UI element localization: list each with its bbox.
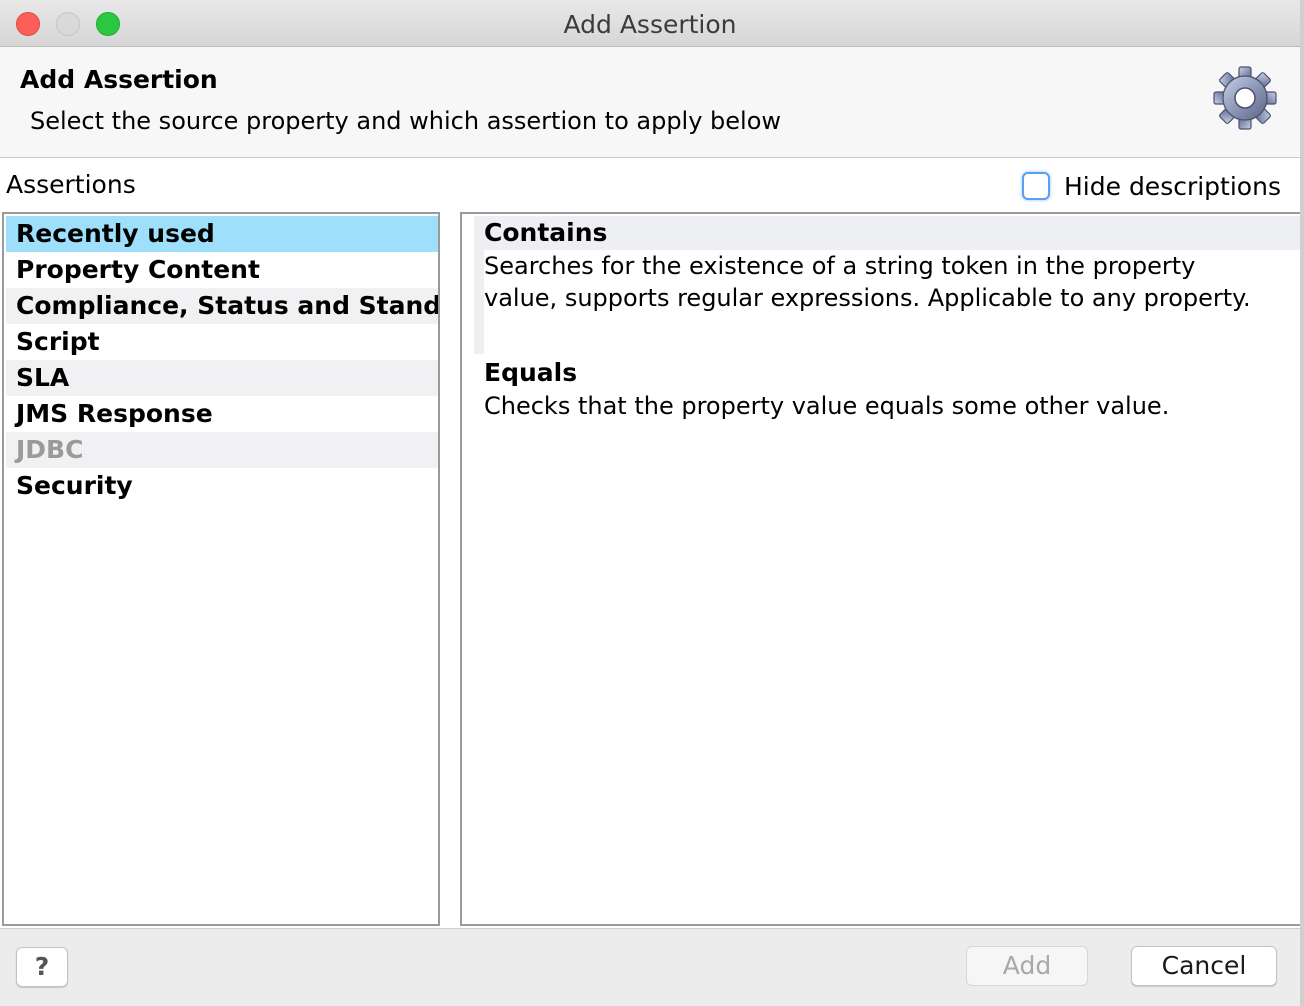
assertion-name: Equals (484, 358, 578, 387)
category-item-sla[interactable]: SLA (6, 360, 438, 396)
assertion-item-contains[interactable]: Contains Searches for the existence of a… (474, 216, 1300, 354)
header-title: Add Assertion (20, 65, 218, 94)
hide-descriptions-label: Hide descriptions (1064, 171, 1281, 201)
assertion-description-line: value, supports regular expressions. App… (484, 284, 1251, 312)
category-item-script[interactable]: Script (6, 324, 438, 360)
category-item-jms-response[interactable]: JMS Response (6, 396, 438, 432)
category-item-compliance[interactable]: Compliance, Status and Stand... (6, 288, 438, 324)
assertion-list[interactable]: Contains Searches for the existence of a… (460, 212, 1300, 926)
cancel-button[interactable]: Cancel (1131, 946, 1277, 986)
dialog-footer: ? Add Cancel (0, 928, 1300, 1006)
category-item-security[interactable]: Security (6, 468, 438, 504)
assertions-label: Assertions (6, 170, 136, 199)
category-list[interactable]: Recently used Property Content Complianc… (2, 212, 440, 926)
category-item-property-content[interactable]: Property Content (6, 252, 438, 288)
assertion-name: Contains (474, 216, 1300, 250)
dialog-header: Add Assertion Select the source property… (0, 47, 1300, 158)
assertion-item-equals[interactable]: Equals Checks that the property value eq… (474, 356, 1300, 426)
add-button[interactable]: Add (966, 946, 1088, 986)
category-item-recently-used[interactable]: Recently used (6, 216, 438, 252)
gear-icon (1212, 65, 1278, 131)
hide-descriptions-checkbox[interactable] (1022, 172, 1050, 200)
header-subtitle: Select the source property and which ass… (30, 107, 782, 135)
assertion-description-line: Searches for the existence of a string t… (484, 252, 1196, 280)
window-title: Add Assertion (563, 10, 737, 39)
add-assertion-dialog: Add Assertion Add Assertion Select the s… (0, 0, 1304, 1006)
category-item-jdbc: JDBC (6, 432, 438, 468)
help-button[interactable]: ? (16, 947, 68, 987)
hide-descriptions-toggle[interactable]: Hide descriptions (1022, 170, 1281, 202)
title-bar[interactable]: Add Assertion (0, 0, 1300, 47)
assertion-description-line: Checks that the property value equals so… (484, 392, 1170, 420)
dialog-content: Assertions Hide descriptions Recently us… (0, 158, 1300, 928)
